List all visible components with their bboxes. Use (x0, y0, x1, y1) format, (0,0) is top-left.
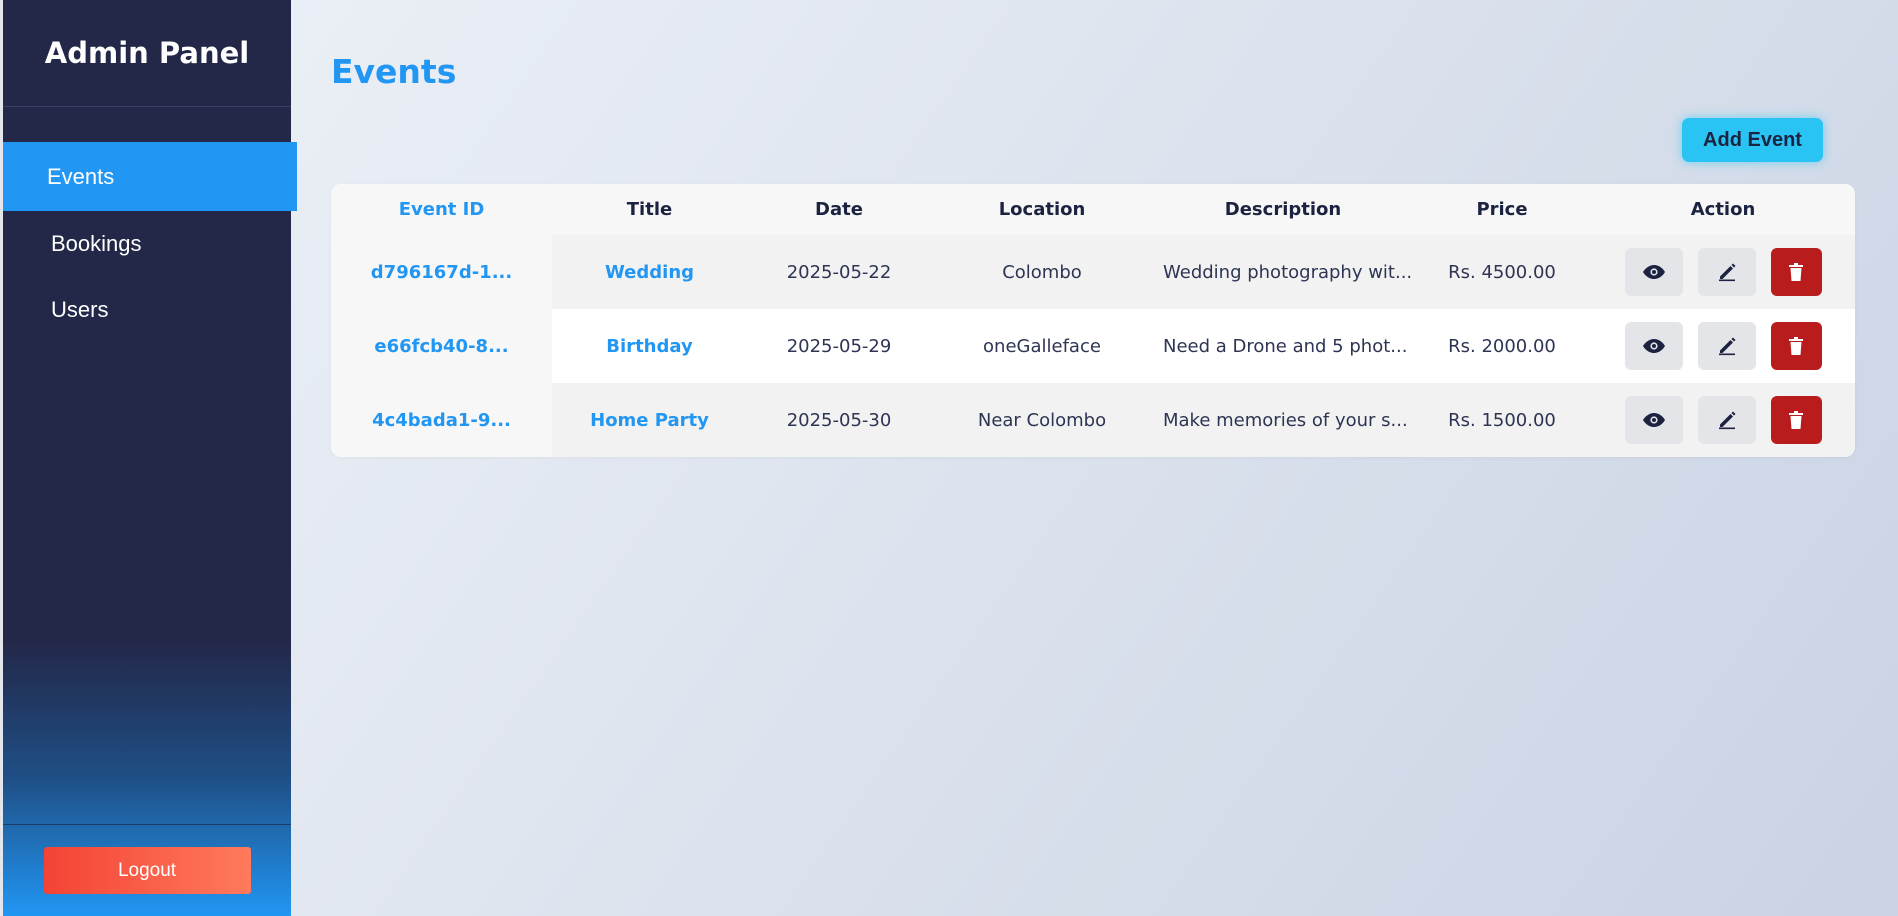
table-row: 4c4bada1-9... Home Party 2025-05-30 Near… (331, 383, 1855, 457)
brand-title: Admin Panel (3, 0, 291, 107)
trash-icon (1789, 337, 1803, 355)
sidebar: Admin Panel Events Bookings Users Logout (0, 0, 297, 916)
action-cell (1591, 383, 1855, 457)
action-cell (1591, 309, 1855, 383)
events-table-card: Event ID Title Date Location Description… (331, 184, 1855, 457)
delete-button[interactable] (1770, 396, 1822, 444)
pencil-icon (1718, 337, 1735, 356)
column-header-action: Action (1690, 199, 1756, 220)
pencil-icon (1718, 411, 1735, 430)
column-header-event-id: Event ID (398, 199, 485, 220)
column-header-title: Title (626, 199, 673, 220)
pencil-icon (1718, 263, 1735, 282)
add-event-button[interactable]: Add Event (1682, 118, 1823, 162)
edit-button[interactable] (1697, 248, 1756, 296)
event-title-cell: Home Party (552, 383, 747, 457)
event-description-cell: Wedding photography wit... (1153, 235, 1413, 309)
table-row: d796167d-1... Wedding 2025-05-22 Colombo… (331, 235, 1855, 309)
event-id-cell: d796167d-1... (331, 235, 552, 309)
event-date-cell: 2025-05-22 (747, 235, 931, 309)
view-button[interactable] (1624, 248, 1683, 296)
main-content: Events Add Event Event ID Title Date Loc… (291, 0, 1898, 916)
sidebar-item-bookings[interactable]: Bookings (3, 211, 291, 277)
eye-icon (1642, 413, 1665, 427)
table-header-row: Event ID Title Date Location Description… (331, 184, 1855, 235)
event-location-cell: oneGalleface (931, 309, 1153, 383)
sidebar-item-events[interactable]: Events (3, 142, 297, 211)
event-price-cell: Rs. 1500.00 (1413, 383, 1591, 457)
sidebar-footer: Logout (3, 824, 291, 916)
column-header-date: Date (815, 199, 863, 220)
event-id-cell: e66fcb40-8... (331, 309, 552, 383)
table-row: e66fcb40-8... Birthday 2025-05-29 oneGal… (331, 309, 1855, 383)
trash-icon (1789, 263, 1803, 281)
edit-button[interactable] (1697, 322, 1756, 370)
trash-icon (1789, 411, 1803, 429)
event-date-cell: 2025-05-29 (747, 309, 931, 383)
edit-button[interactable] (1697, 396, 1756, 444)
event-id-cell: 4c4bada1-9... (331, 383, 552, 457)
sidebar-item-users[interactable]: Users (3, 277, 291, 343)
event-price-cell: Rs. 2000.00 (1413, 309, 1591, 383)
eye-icon (1642, 265, 1665, 279)
delete-button[interactable] (1770, 248, 1822, 296)
event-title-cell: Wedding (552, 235, 747, 309)
column-header-description: Description (1224, 199, 1342, 220)
logout-button[interactable]: Logout (43, 847, 251, 894)
event-description-cell: Need a Drone and 5 phot... (1153, 309, 1413, 383)
column-header-location: Location (998, 199, 1086, 220)
column-header-price: Price (1476, 199, 1528, 220)
page-title: Events (331, 52, 457, 91)
event-price-cell: Rs. 4500.00 (1413, 235, 1591, 309)
event-description-cell: Make memories of your s... (1153, 383, 1413, 457)
events-table: Event ID Title Date Location Description… (331, 184, 1855, 457)
delete-button[interactable] (1770, 322, 1822, 370)
action-cell (1591, 235, 1855, 309)
event-location-cell: Near Colombo (931, 383, 1153, 457)
sidebar-nav: Events Bookings Users (3, 142, 297, 343)
event-date-cell: 2025-05-30 (747, 383, 931, 457)
event-location-cell: Colombo (931, 235, 1153, 309)
eye-icon (1642, 339, 1665, 353)
event-title-cell: Birthday (552, 309, 747, 383)
view-button[interactable] (1624, 396, 1683, 444)
view-button[interactable] (1624, 322, 1683, 370)
